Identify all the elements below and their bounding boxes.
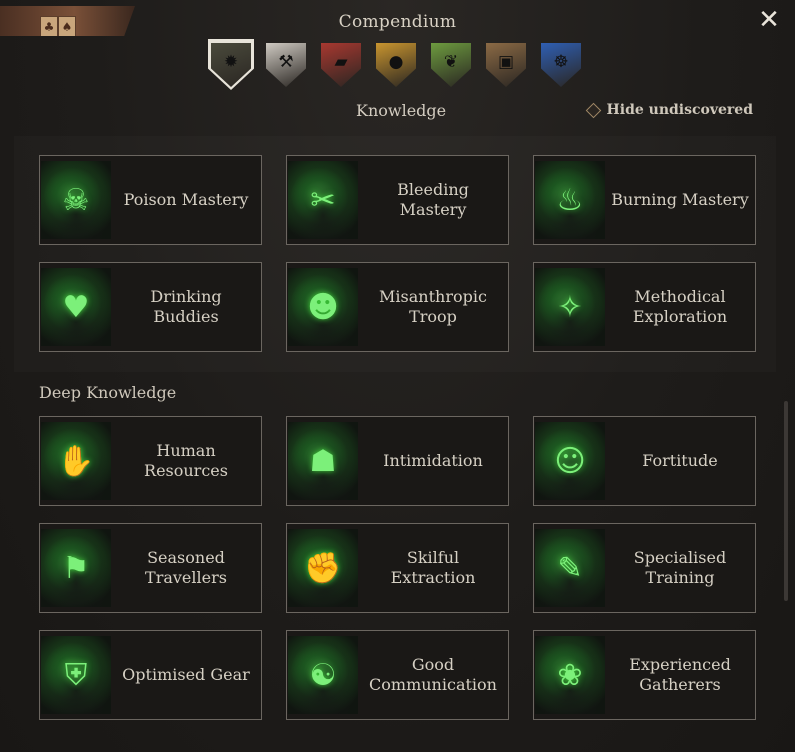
thumb-glyph: ☺ xyxy=(554,443,586,479)
hammer-wrench-icon: ⚒ xyxy=(266,43,306,87)
skill-card[interactable]: ☺ Fortitude xyxy=(533,416,756,506)
skill-card-label: Experienced Gatherers xyxy=(629,655,731,694)
category-tabs: ✹ ⚒ ▰ ● ❦ ▣ ☸ xyxy=(210,41,582,91)
skill-card-label: Intimidation xyxy=(383,451,483,470)
skilful-extraction-icon: ✊ xyxy=(288,529,358,607)
close-icon[interactable]: ✕ xyxy=(757,7,781,33)
skill-card[interactable]: ✧ Methodical Exploration xyxy=(533,262,756,352)
skill-card[interactable]: ✎ Specialised Training xyxy=(533,523,756,613)
thumb-glyph: ☯ xyxy=(309,657,337,693)
title-bar: ♣ ♠ Compendium ✕ xyxy=(0,0,795,38)
specialised-training-icon: ✎ xyxy=(535,529,605,607)
poison-mastery-icon: ☠ xyxy=(41,161,111,239)
skill-card[interactable]: ☠ Poison Mastery xyxy=(39,155,262,245)
skill-card-label: Good Communication xyxy=(369,655,497,694)
skill-card-label: Optimised Gear xyxy=(122,665,250,684)
skill-card[interactable]: ⚑ Seasoned Travellers xyxy=(39,523,262,613)
skill-card-label: Skilful Extraction xyxy=(390,548,476,587)
hide-undiscovered-label: Hide undiscovered xyxy=(606,102,753,118)
thumb-glyph: ✎ xyxy=(557,550,583,586)
skill-card[interactable]: ☻ Misanthropic Troop xyxy=(286,262,509,352)
skill-card-label: Human Resources xyxy=(144,441,228,480)
skill-card[interactable]: ⛨ Optimised Gear xyxy=(39,630,262,720)
skill-card[interactable]: ✂ Bleeding Mastery xyxy=(286,155,509,245)
thumb-glyph: ✊ xyxy=(304,550,342,586)
skill-card-label: Methodical Exploration xyxy=(632,287,728,326)
thumb-glyph: ☗ xyxy=(309,443,337,479)
skill-card[interactable]: ♨ Burning Mastery xyxy=(533,155,756,245)
section-title-deep-knowledge: Deep Knowledge xyxy=(39,383,177,402)
compass-icon: ✧ xyxy=(535,268,605,346)
herb-pouch-icon: ❦ xyxy=(431,43,471,87)
human-resources-icon: ✋ xyxy=(41,422,111,500)
burning-mastery-icon: ♨ xyxy=(535,161,605,239)
skill-card-label: Specialised Training xyxy=(633,548,727,587)
skill-card-label: Bleeding Mastery xyxy=(397,180,469,219)
smithing-tab[interactable]: ▰ xyxy=(320,41,362,87)
thumb-glyph: ⛨ xyxy=(64,657,88,693)
window-title: Compendium xyxy=(338,12,457,32)
thumb-glyph: ⚑ xyxy=(62,550,90,586)
bleeding-mastery-icon: ✂ xyxy=(288,161,358,239)
skill-card[interactable]: ☯ Good Communication xyxy=(286,630,509,720)
gear-tab[interactable]: ▣ xyxy=(485,41,527,87)
misanthropic-troop-icon: ☻ xyxy=(288,268,358,346)
skills-tab[interactable]: ✹ xyxy=(210,41,252,87)
skill-card-label: Seasoned Travellers xyxy=(145,548,227,587)
anvil-icon: ▰ xyxy=(321,43,361,87)
skill-card-label: Fortitude xyxy=(642,451,718,470)
optimised-gear-icon: ⛨ xyxy=(41,636,111,714)
thumb-glyph: ♥ xyxy=(62,289,90,325)
herbs-tab[interactable]: ❦ xyxy=(430,41,472,87)
drinking-buddies-icon: ♥ xyxy=(41,268,111,346)
section-title-knowledge: Knowledge xyxy=(356,101,447,120)
fortitude-icon: ☺ xyxy=(535,422,605,500)
seasoned-travellers-icon: ⚑ xyxy=(41,529,111,607)
skill-card[interactable]: ❀ Experienced Gatherers xyxy=(533,630,756,720)
skill-card-label: Misanthropic Troop xyxy=(379,287,487,326)
backpack-icon: ▣ xyxy=(486,43,526,87)
thumb-glyph: ✋ xyxy=(57,443,95,479)
navigation-tab[interactable]: ☸ xyxy=(540,41,582,87)
compendium-window: ♣ ♠ Compendium ✕ ✹ ⚒ ▰ ● ❦ ▣ ☸ Knowledge Hide … xyxy=(0,0,795,752)
sun-gear-icon: ✹ xyxy=(211,43,251,87)
skill-card-label: Burning Mastery xyxy=(611,190,749,209)
crafting-tab[interactable]: ⚒ xyxy=(265,41,307,87)
thumb-glyph: ☠ xyxy=(62,182,90,218)
thumb-glyph: ♨ xyxy=(556,182,584,218)
cooking-tab[interactable]: ● xyxy=(375,41,417,87)
skill-card[interactable]: ♥ Drinking Buddies xyxy=(39,262,262,352)
ship-wheel-icon: ☸ xyxy=(541,43,581,87)
skill-card-label: Poison Mastery xyxy=(123,190,249,209)
skill-card[interactable]: ☗ Intimidation xyxy=(286,416,509,506)
intimidation-icon: ☗ xyxy=(288,422,358,500)
thumb-glyph: ✧ xyxy=(557,289,583,325)
experienced-gatherers-icon: ❀ xyxy=(535,636,605,714)
good-communication-icon: ☯ xyxy=(288,636,358,714)
cauldron-icon: ● xyxy=(376,43,416,87)
thumb-glyph: ✂ xyxy=(310,182,336,218)
checkbox-diamond-icon[interactable] xyxy=(585,102,601,118)
hide-undiscovered-toggle[interactable]: Hide undiscovered xyxy=(585,102,753,118)
skill-card-label: Drinking Buddies xyxy=(150,287,222,326)
skill-card[interactable]: ✋ Human Resources xyxy=(39,416,262,506)
thumb-glyph: ❀ xyxy=(557,657,583,693)
scrollbar[interactable] xyxy=(784,401,788,601)
skill-card[interactable]: ✊ Skilful Extraction xyxy=(286,523,509,613)
thumb-glyph: ☻ xyxy=(307,289,339,325)
